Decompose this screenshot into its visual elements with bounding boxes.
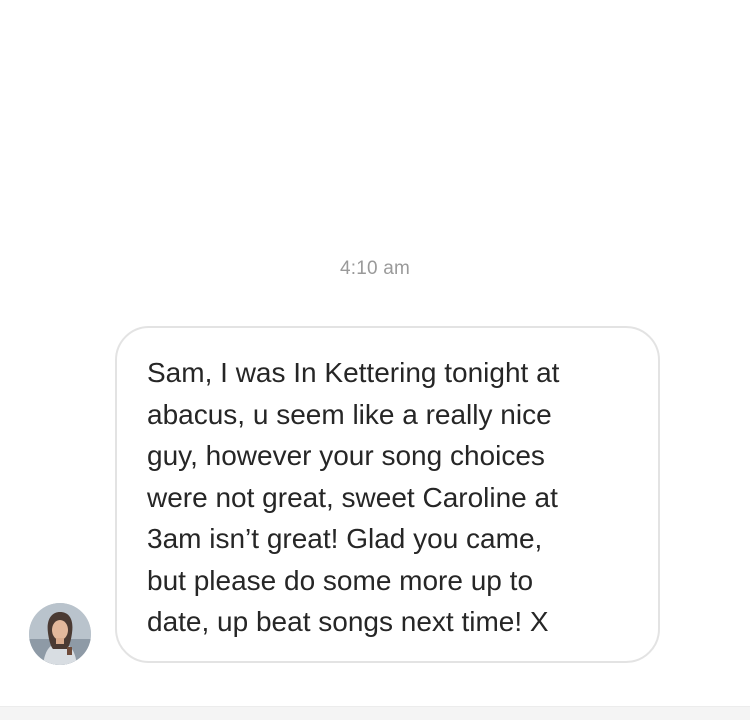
message-bubble[interactable]: Sam, I was In Kettering tonight at abacu… bbox=[115, 326, 660, 663]
message-timestamp: 4:10 am bbox=[339, 258, 411, 279]
message-text: Sam, I was In Kettering tonight at abacu… bbox=[147, 357, 560, 637]
profile-photo-icon bbox=[29, 603, 91, 665]
message-thread: 4:10 am Sam, I was In Kettering tonight … bbox=[0, 0, 750, 706]
sender-avatar[interactable] bbox=[29, 603, 91, 665]
bottom-composer-edge bbox=[0, 706, 750, 720]
